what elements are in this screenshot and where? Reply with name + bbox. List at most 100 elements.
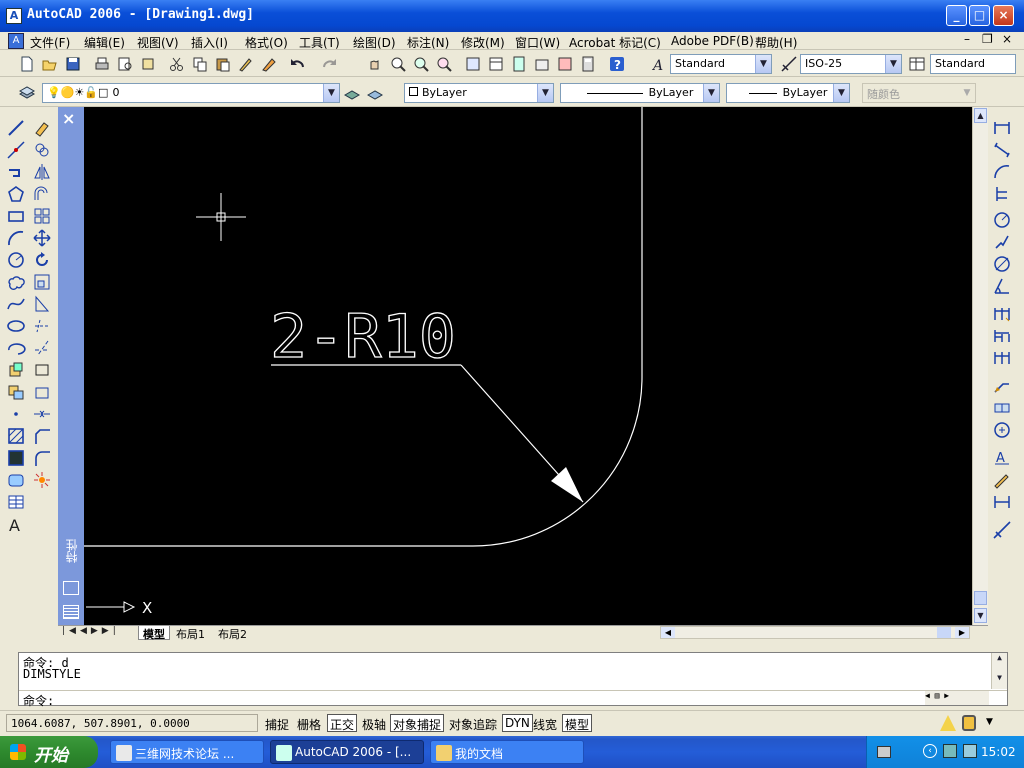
chamfer-icon[interactable]	[32, 426, 52, 446]
close-button[interactable]: ×	[993, 5, 1014, 26]
zoom-window-icon[interactable]	[412, 55, 430, 73]
ellipse-icon[interactable]	[6, 316, 26, 336]
quickcalc-icon[interactable]	[579, 55, 597, 73]
help-icon[interactable]: ?	[608, 55, 626, 73]
gradient-icon[interactable]	[6, 448, 26, 468]
start-button[interactable]: 开始	[0, 736, 98, 768]
warning-icon[interactable]	[940, 715, 956, 731]
array-icon[interactable]	[32, 206, 52, 226]
continue-dimension-icon[interactable]	[992, 348, 1012, 368]
dyn-toggle[interactable]: DYN	[502, 714, 533, 732]
undo-icon[interactable]	[289, 55, 307, 73]
dimension-style-icon[interactable]	[992, 520, 1012, 540]
stretch-icon[interactable]	[32, 294, 52, 314]
menu-file[interactable]: 文件(F)	[30, 34, 70, 51]
dim-style-select[interactable]: ISO-25 ▼	[800, 54, 902, 74]
drawing-canvas[interactable]: 2-R10 X	[84, 107, 972, 625]
open-file-icon[interactable]	[41, 55, 59, 73]
linear-dimension-icon[interactable]	[992, 118, 1012, 138]
revision-cloud-icon[interactable]	[6, 272, 26, 292]
grid-toggle[interactable]: 栅格	[294, 714, 324, 732]
menu-edit[interactable]: 编辑(E)	[84, 34, 125, 51]
mdi-minimize-button[interactable]: –	[964, 32, 970, 46]
scroll-left-icon[interactable]: ◀	[661, 627, 675, 638]
coordinate-display[interactable]: 1064.6087, 507.8901, 0.0000	[6, 714, 258, 732]
maximize-button[interactable]: □	[969, 5, 990, 26]
break-at-point-icon[interactable]	[32, 360, 52, 380]
save-icon[interactable]	[64, 55, 82, 73]
layer-previous-icon[interactable]	[366, 84, 384, 102]
color-control-select[interactable]: ByLayer ▼	[404, 83, 554, 103]
multiline-text-icon[interactable]: A	[6, 514, 26, 535]
zoom-realtime-icon[interactable]	[389, 55, 407, 73]
menu-view[interactable]: 视图(V)	[137, 34, 179, 51]
polar-toggle[interactable]: 极轴	[359, 714, 389, 732]
spline-icon[interactable]	[6, 294, 26, 314]
menu-help[interactable]: 帮助(H)	[755, 34, 797, 51]
network-icon-2[interactable]	[963, 744, 977, 758]
menu-adobe-pdf[interactable]: Adobe PDF(B)	[671, 34, 754, 48]
layer-select[interactable]: 💡🟡☀🔓□ 0 ▼	[42, 83, 340, 103]
status-menu-icon[interactable]: ▼	[986, 717, 993, 727]
explode-icon[interactable]	[32, 470, 52, 490]
scroll-up-icon[interactable]: ▲	[992, 653, 1007, 667]
fillet-icon[interactable]	[32, 448, 52, 468]
tab-layout1[interactable]: 布局1	[172, 626, 209, 641]
scroll-up-icon[interactable]: ▲	[974, 108, 987, 123]
close-icon[interactable]: ×	[62, 109, 75, 128]
tool-palettes-icon[interactable]	[510, 55, 528, 73]
jogged-dimension-icon[interactable]	[992, 232, 1012, 252]
rectangle-icon[interactable]	[6, 206, 26, 226]
paste-icon[interactable]	[214, 55, 232, 73]
snap-toggle[interactable]: 捕捉	[262, 714, 292, 732]
match-properties-icon[interactable]	[237, 55, 255, 73]
lineweight-control-select[interactable]: ByLayer ▼	[726, 83, 850, 103]
taskbar-item-forum[interactable]: 三维网技术论坛 ...	[110, 740, 264, 764]
mdi-close-button[interactable]: ×	[1002, 32, 1012, 46]
block-editor-icon[interactable]	[260, 55, 278, 73]
horizontal-scrollbar[interactable]: ◀ ▶	[660, 626, 970, 639]
design-center-icon[interactable]	[487, 55, 505, 73]
offset-icon[interactable]	[32, 184, 52, 204]
menu-window[interactable]: 窗口(W)	[515, 34, 560, 51]
tab-layout2[interactable]: 布局2	[214, 626, 251, 641]
dimension-text-edit-icon[interactable]	[992, 470, 1012, 490]
zoom-previous-icon[interactable]	[435, 55, 453, 73]
copy-icon[interactable]	[191, 55, 209, 73]
text-style-icon[interactable]: A	[650, 55, 668, 74]
plot-preview-icon[interactable]	[116, 55, 134, 73]
clock[interactable]: 15:02	[981, 745, 1016, 759]
command-prompt[interactable]: 命令:	[23, 692, 54, 709]
auto-hide-icon[interactable]	[63, 581, 79, 595]
arc-icon[interactable]	[6, 228, 26, 248]
hatch-icon[interactable]	[6, 426, 26, 446]
menu-format[interactable]: 格式(O)	[245, 34, 288, 51]
center-mark-icon[interactable]	[992, 420, 1012, 440]
vertical-scrollbar[interactable]: ▲ ▼	[972, 107, 988, 625]
scroll-thumb[interactable]	[974, 591, 987, 605]
model-space-toggle[interactable]: 模型	[562, 714, 593, 732]
table-style-icon[interactable]	[908, 55, 926, 73]
document-icon[interactable]: A	[8, 33, 24, 49]
menu-dimension[interactable]: 标注(N)	[407, 34, 449, 51]
dim-style-icon[interactable]	[780, 55, 798, 73]
horizontal-scroll-thumb[interactable]	[937, 627, 951, 638]
print-icon[interactable]	[93, 55, 111, 73]
new-file-icon[interactable]	[18, 55, 36, 73]
region-icon[interactable]	[6, 470, 26, 490]
menu-tools[interactable]: 工具(T)	[299, 34, 340, 51]
quick-leader-icon[interactable]	[992, 376, 1012, 396]
network-icon[interactable]	[943, 744, 957, 758]
join-icon[interactable]	[32, 404, 52, 424]
copy-object-icon[interactable]	[32, 140, 52, 160]
properties-icon[interactable]	[464, 55, 482, 73]
ellipse-arc-icon[interactable]	[6, 338, 26, 358]
ortho-toggle[interactable]: 正交	[327, 714, 358, 732]
command-hscroll[interactable]: ◀ ▥ ▶	[925, 691, 989, 705]
tab-navigation-arrows[interactable]: |◀◀▶▶|	[62, 626, 120, 636]
polyline-icon[interactable]	[6, 162, 26, 182]
table-style-select[interactable]: Standard	[930, 54, 1016, 74]
table-icon[interactable]	[6, 492, 26, 512]
tolerance-icon[interactable]	[992, 398, 1012, 418]
menu-draw[interactable]: 绘图(D)	[353, 34, 396, 51]
